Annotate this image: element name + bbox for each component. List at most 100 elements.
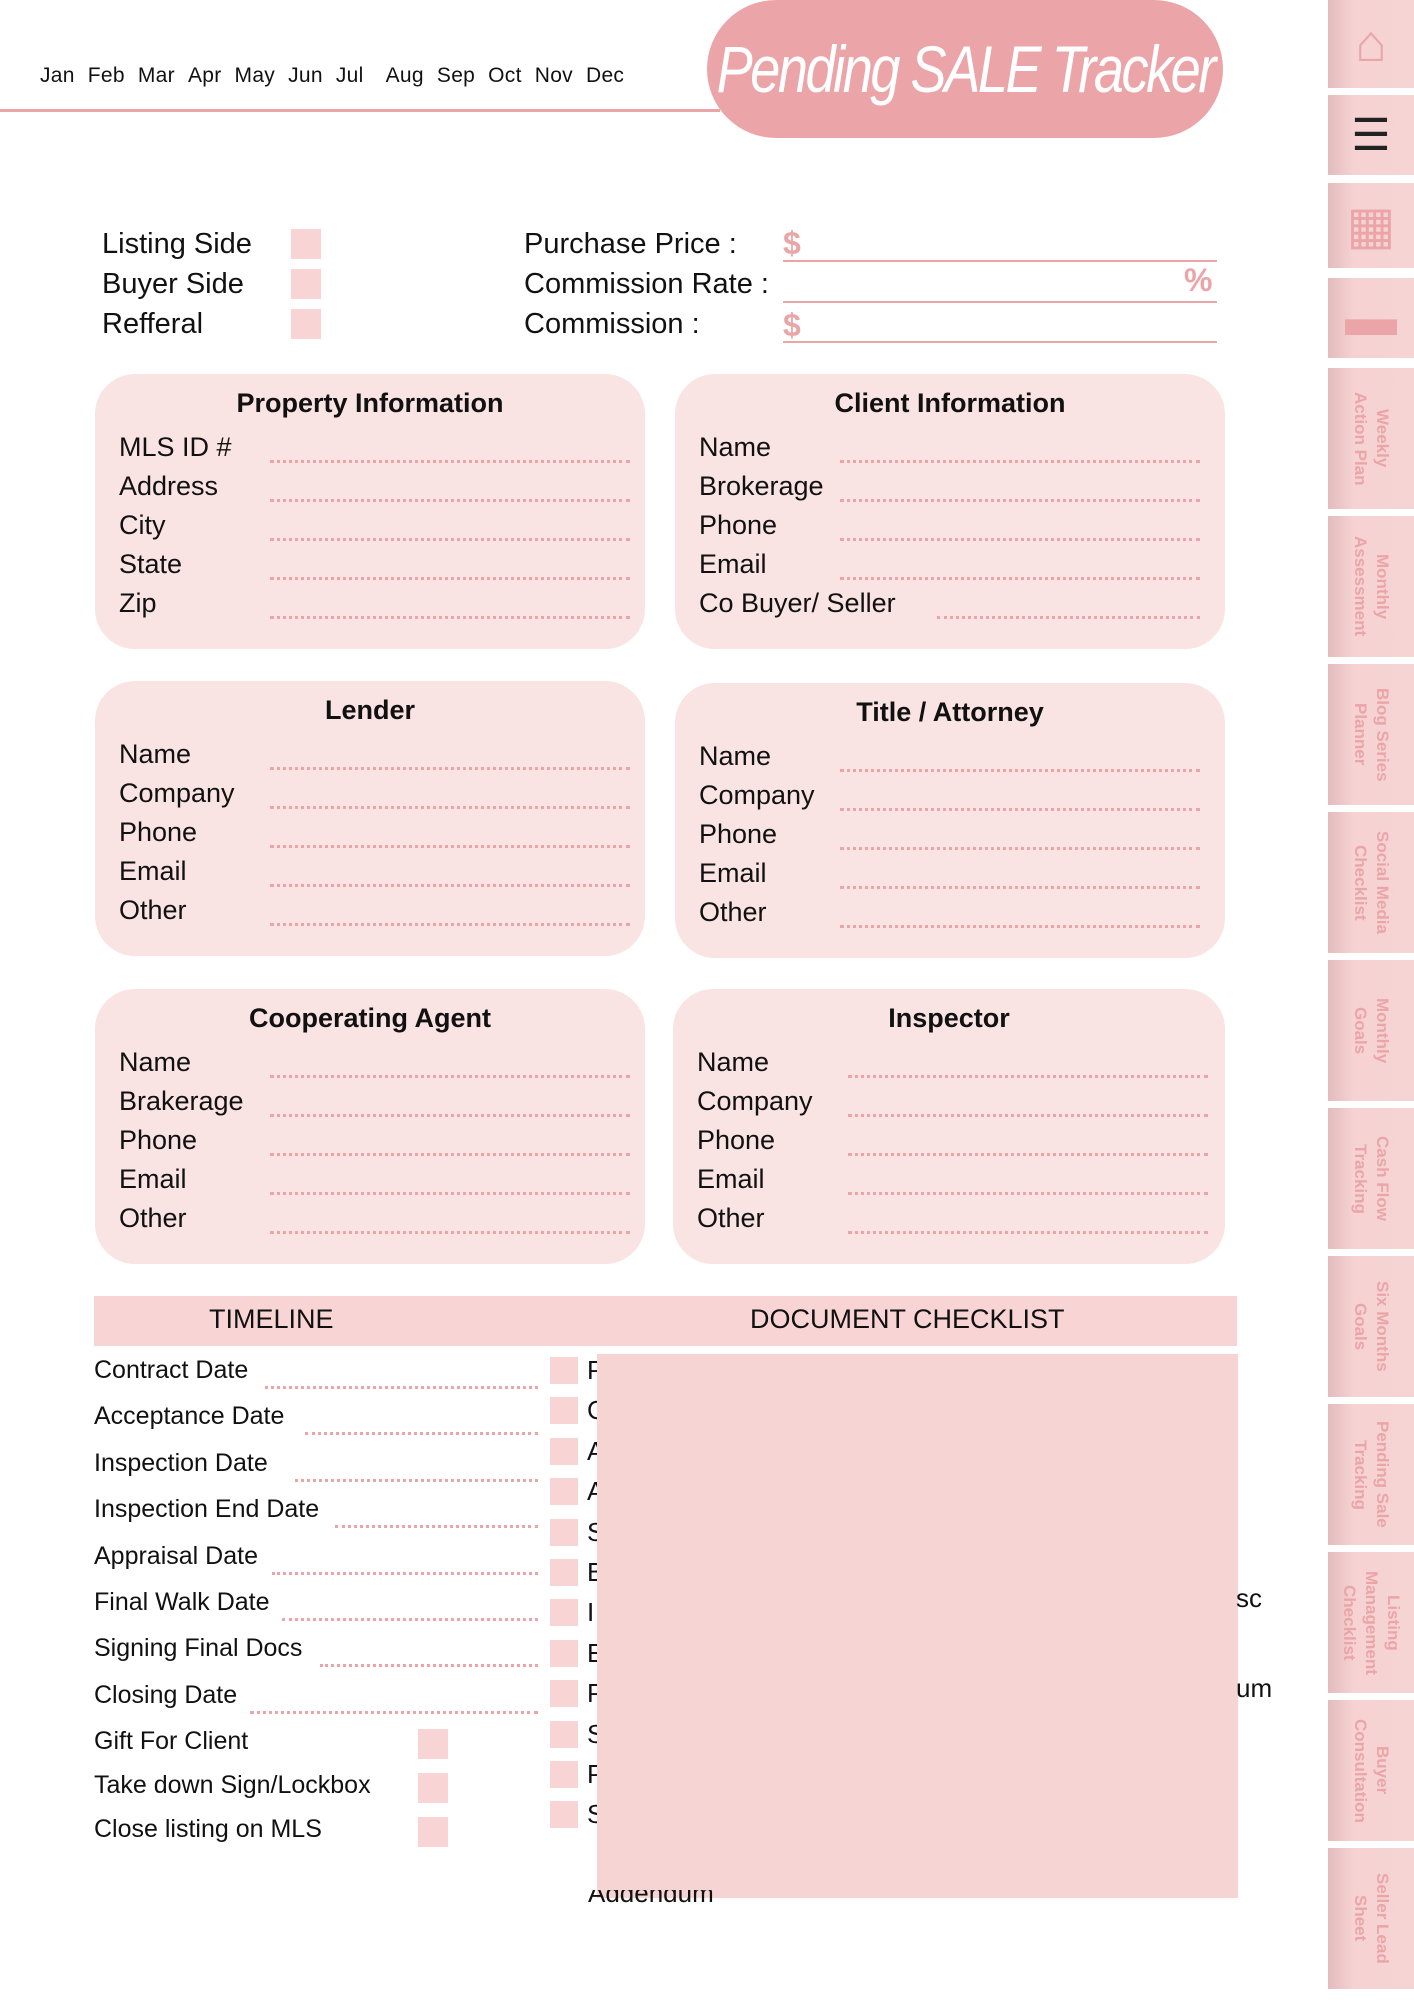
field-input[interactable]	[840, 577, 1200, 580]
sidebar-tab[interactable]: Six Months Goals	[1328, 1256, 1414, 1397]
sidebar-tab[interactable]: Social Media Checklist	[1328, 812, 1414, 953]
month-oct[interactable]: Oct	[488, 64, 522, 88]
sidebar-tab[interactable]: Pending Sale Tracking	[1328, 1404, 1414, 1545]
month-mar[interactable]: Mar	[138, 64, 175, 88]
sidebar-tab[interactable]: Buyer Consultation	[1328, 1700, 1414, 1841]
deal-type-checkbox[interactable]	[291, 229, 321, 259]
document-checkbox[interactable]	[550, 1559, 578, 1586]
info-card: Cooperating Agent Name Brakerage Phone Email…	[95, 989, 645, 1264]
month-aug[interactable]: Aug	[386, 64, 424, 88]
field-input[interactable]	[840, 460, 1200, 463]
month-jul[interactable]: Jul	[336, 64, 364, 88]
field-input[interactable]	[840, 925, 1200, 928]
date-input[interactable]	[335, 1525, 538, 1529]
field-input[interactable]	[848, 1231, 1208, 1234]
field-label: Name	[699, 432, 772, 462]
deal-type-label: Refferal	[102, 308, 204, 340]
sidebar-tab[interactable]: Weekly Action Plan	[1328, 368, 1414, 509]
document-checkbox[interactable]	[550, 1639, 578, 1667]
field-input[interactable]	[848, 1192, 1208, 1195]
document-checkbox[interactable]	[550, 1518, 578, 1546]
document-checkbox[interactable]	[550, 1397, 578, 1425]
card-title: Title / Attorney	[856, 697, 1044, 727]
section-header-band: TIMELINE DOCUMENT CHECKLIST	[94, 1296, 1237, 1346]
field-input[interactable]	[270, 1075, 630, 1078]
date-input[interactable]	[320, 1664, 538, 1668]
sidebar-tab[interactable]: Monthly Goals	[1328, 960, 1414, 1101]
field-input[interactable]	[848, 1075, 1208, 1078]
month-jun[interactable]: Jun	[288, 64, 323, 88]
date-input[interactable]	[295, 1478, 538, 1482]
task-checkbox[interactable]	[418, 1773, 448, 1803]
home-tab[interactable]: ⌂	[1328, 0, 1414, 88]
month-jan[interactable]: Jan	[40, 64, 75, 88]
menu-tab[interactable]: ☰	[1328, 95, 1414, 175]
field-input[interactable]	[270, 499, 630, 502]
month-dec[interactable]: Dec	[586, 64, 624, 88]
field-input[interactable]	[270, 460, 630, 463]
deal-type-checkbox[interactable]	[291, 269, 321, 299]
field-input[interactable]	[840, 886, 1200, 889]
field-input[interactable]	[270, 616, 630, 619]
commission-input[interactable]	[783, 341, 1217, 343]
field-input[interactable]	[270, 767, 630, 770]
field-input[interactable]	[270, 1153, 630, 1156]
purchase-price-input[interactable]	[783, 260, 1217, 262]
card-title: Property Information	[236, 388, 504, 418]
field-input[interactable]	[270, 845, 630, 848]
sidebar-tab[interactable]: Monthly Assessment	[1328, 516, 1414, 657]
field-input[interactable]	[840, 769, 1200, 772]
field-input[interactable]	[848, 1114, 1208, 1117]
document-checkbox[interactable]	[550, 1599, 578, 1627]
notepad-tab[interactable]: ▬	[1328, 278, 1414, 358]
document-checkbox[interactable]	[550, 1357, 578, 1384]
commission-rate-input[interactable]	[783, 301, 1217, 303]
checklist-text-fragment: sc	[1236, 1583, 1262, 1613]
page-title-banner: Pending SALE Tracker	[707, 0, 1223, 138]
calendar-tab[interactable]: ▦	[1328, 183, 1414, 268]
field-label: Name	[697, 1047, 770, 1077]
purchase-price-label: Purchase Price :	[524, 228, 737, 260]
document-checkbox[interactable]	[550, 1478, 578, 1506]
field-input[interactable]	[270, 577, 630, 580]
document-checkbox[interactable]	[550, 1761, 578, 1788]
document-checkbox[interactable]	[550, 1801, 578, 1829]
deal-type-checkbox[interactable]	[291, 309, 321, 339]
month-feb[interactable]: Feb	[88, 64, 125, 88]
task-checkbox[interactable]	[418, 1817, 448, 1847]
month-may[interactable]: May	[235, 64, 276, 88]
field-input[interactable]	[848, 1153, 1208, 1156]
sidebar-tab[interactable]: Listing Management Checklist	[1328, 1552, 1414, 1693]
task-checkbox[interactable]	[418, 1729, 448, 1759]
date-input[interactable]	[265, 1386, 538, 1389]
document-checkbox[interactable]	[550, 1680, 578, 1708]
field-input[interactable]	[270, 884, 630, 887]
info-card: Lender Name Company Phone Email Other	[95, 681, 645, 956]
sidebar-tab[interactable]: Seller Lead Sheet	[1328, 1848, 1414, 1989]
sidebar-tab[interactable]: Cash Flow Tracking	[1328, 1108, 1414, 1249]
date-input[interactable]	[272, 1571, 538, 1575]
field-input[interactable]	[840, 847, 1200, 850]
document-checkbox[interactable]	[550, 1720, 578, 1748]
task-label: Gift For Client	[94, 1727, 249, 1755]
date-input[interactable]	[250, 1710, 538, 1714]
month-sep[interactable]: Sep	[437, 64, 475, 88]
month-nov[interactable]: Nov	[535, 64, 573, 88]
month-apr[interactable]: Apr	[188, 64, 222, 88]
field-input[interactable]	[270, 923, 630, 926]
field-input[interactable]	[937, 616, 1200, 619]
field-input[interactable]	[270, 1114, 630, 1117]
field-input[interactable]	[270, 1231, 630, 1234]
field-input[interactable]	[270, 806, 630, 809]
document-checkbox[interactable]	[550, 1437, 578, 1465]
field-input[interactable]	[270, 538, 630, 541]
dollar-icon: $	[783, 307, 801, 343]
field-input[interactable]	[840, 499, 1200, 502]
date-input[interactable]	[305, 1432, 538, 1436]
field-input[interactable]	[840, 808, 1200, 811]
date-input[interactable]	[282, 1618, 538, 1621]
field-input[interactable]	[270, 1192, 630, 1195]
sidebar-tab[interactable]: Blog Series Planner	[1328, 664, 1414, 805]
field-label: Phone	[119, 817, 198, 847]
field-input[interactable]	[840, 538, 1200, 541]
